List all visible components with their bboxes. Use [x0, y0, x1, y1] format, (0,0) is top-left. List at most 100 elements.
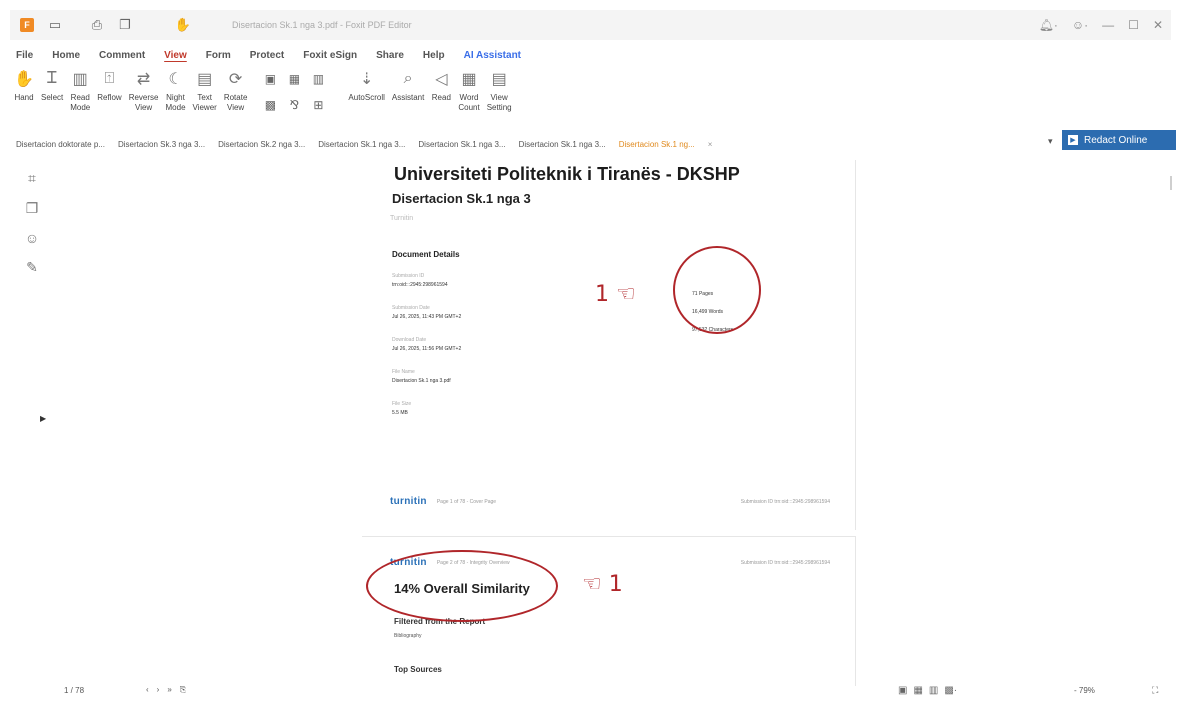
fit-page-icon[interactable]: ⎘ — [180, 685, 186, 695]
page-1-footer: turnitin Page 1 of 78 - Cover Page Submi… — [390, 496, 830, 507]
continuous-facing-icon[interactable]: ▩· — [944, 685, 957, 696]
facing-icon[interactable]: ▥ — [308, 68, 328, 90]
hand-quick-icon[interactable]: ✋ — [174, 16, 192, 34]
menu-home[interactable]: Home — [52, 50, 80, 61]
ribbon-toolbar: ✋ Hand Ꮖ Select ▥ Read Mode ⍐ Reflow ⇄ R… — [10, 68, 519, 124]
document-details-heading: Document Details — [392, 250, 460, 259]
autoscroll-icon: ⇣ — [359, 71, 374, 88]
doc-tab[interactable]: Disertacion Sk.1 nga 3... — [418, 140, 505, 149]
open-folder-icon[interactable]: ▭ — [46, 16, 64, 34]
menu-share[interactable]: Share — [376, 50, 404, 61]
expand-panel-icon[interactable]: ▶ — [40, 414, 46, 423]
filtered-item: Bibliography — [394, 633, 422, 639]
menu-view[interactable]: View — [164, 50, 187, 61]
select-tool-button[interactable]: Ꮖ Select — [41, 68, 63, 103]
dissertation-title: Disertacion Sk.1 nga 3 — [392, 191, 531, 206]
read-mode-icon: ▥ — [72, 71, 88, 88]
window-title: Disertacion Sk.1 nga 3.pdf - Foxit PDF E… — [232, 20, 412, 30]
fullscreen-icon[interactable]: ⛶ — [1152, 685, 1158, 696]
cover-page-icon[interactable]: ⅋ — [284, 94, 304, 116]
comments-icon[interactable]: ☺ — [25, 230, 39, 246]
reverse-view-button[interactable]: ⇄ Reverse View — [129, 68, 159, 113]
reverse-view-icon: ⇄ — [136, 71, 151, 88]
menu-comment[interactable]: Comment — [99, 50, 145, 61]
minimize-button[interactable]: — — [1102, 18, 1114, 32]
thumbnail-icon[interactable]: ▩ — [260, 94, 280, 116]
night-mode-icon: ☾ — [168, 71, 183, 88]
rotate-view-button[interactable]: ⟳ Rotate View — [224, 68, 248, 113]
redact-logo-icon: ▶ — [1068, 135, 1078, 145]
word-count-button[interactable]: ▦ Word Count — [458, 68, 479, 113]
doc-tab[interactable]: Disertacion doktorate p... — [16, 140, 105, 149]
split-icon[interactable]: ⊞ — [308, 94, 328, 116]
hand-icon: ✋ — [14, 71, 34, 88]
view-mode-controls: ▣ ▦ ▥ ▩· — [898, 685, 957, 696]
hand-tool-button[interactable]: ✋ Hand — [14, 68, 34, 103]
attachment-icon[interactable]: ✎ — [26, 259, 38, 276]
menu-bar: File Home Comment View Form Protect Foxi… — [10, 46, 521, 64]
next-page-icon[interactable]: › — [157, 685, 160, 695]
pages-icon[interactable]: ❐ — [26, 200, 39, 217]
menu-form[interactable]: Form — [206, 50, 231, 61]
account-icon[interactable]: ☺· — [1072, 18, 1088, 32]
reflow-icon: ⍐ — [104, 70, 115, 87]
single-page-icon[interactable]: ▣ — [260, 68, 280, 90]
select-text-icon: Ꮖ — [46, 70, 58, 87]
redact-online-button[interactable]: ▶ Redact Online — [1062, 130, 1176, 150]
view-setting-icon: ▤ — [491, 71, 507, 88]
document-details-list: Submission ID trn:oid:::2945:298961594 S… — [392, 273, 462, 416]
speaker-icon: ◁ — [435, 71, 448, 88]
menu-ai-assistant[interactable]: AI Assistant — [464, 50, 521, 61]
print-icon[interactable]: ⎙ — [88, 16, 106, 34]
annotation-circle-stats — [673, 246, 761, 334]
copy-icon[interactable]: ❐ — [116, 16, 134, 34]
annotation-pointer-1: 1 ☜ — [595, 282, 636, 307]
university-title: Universiteti Politeknik i Tiranës - DKSH… — [394, 164, 740, 184]
read-mode-button[interactable]: ▥ Read Mode — [70, 68, 90, 113]
status-bar: 1 / 78 ‹ › » ⎘ ▣ ▦ ▥ ▩· - 79% ⛶ — [10, 682, 1171, 698]
continuous-icon[interactable]: ▦ — [284, 68, 304, 90]
annotation-pointer-2: ☜ 1 — [582, 572, 623, 597]
left-sidebar: ⌗ ❐ ☺ ✎ — [20, 170, 44, 276]
last-page-icon[interactable]: » — [167, 685, 171, 695]
doc-tab[interactable]: Disertacion Sk.3 nga 3... — [118, 140, 205, 149]
menu-file[interactable]: File — [16, 50, 33, 61]
read-aloud-button[interactable]: ◁ Read — [431, 68, 451, 103]
rotate-view-icon: ⟳ — [228, 71, 243, 88]
close-button[interactable]: ✕ — [1153, 18, 1163, 32]
doc-tab[interactable]: Disertacion Sk.1 nga 3... — [519, 140, 606, 149]
doc-tab[interactable]: Disertacion Sk.2 nga 3... — [218, 140, 305, 149]
title-bar: F ▭ ⎙ ❐ ✋ Disertacion Sk.1 nga 3.pdf - F… — [10, 10, 1171, 40]
assistant-icon: ⌕ — [403, 70, 413, 87]
vertical-scrollbar[interactable] — [1170, 176, 1172, 190]
continuous-view-icon[interactable]: ▦ — [913, 685, 922, 696]
assistant-button[interactable]: ⌕ Assistant — [392, 68, 424, 103]
notification-icon[interactable]: 🔔︎· — [1039, 18, 1058, 32]
top-sources-heading: Top Sources — [394, 665, 442, 674]
menu-help[interactable]: Help — [423, 50, 445, 61]
night-mode-button[interactable]: ☾ Night Mode — [166, 68, 186, 113]
app-logo-icon: F — [18, 16, 36, 34]
bookmark-icon[interactable]: ⌗ — [28, 170, 36, 187]
close-tab-icon[interactable]: × — [708, 140, 713, 149]
prev-page-icon[interactable]: ‹ — [146, 685, 149, 695]
menu-protect[interactable]: Protect — [250, 50, 284, 61]
text-viewer-button[interactable]: ▤ Text Viewer — [193, 68, 217, 113]
tab-list-icon[interactable]: ▾ — [1048, 136, 1053, 147]
single-page-view-icon[interactable]: ▣ — [898, 685, 907, 696]
page-indicator[interactable]: 1 / 78 — [64, 686, 84, 695]
word-count-icon: ▦ — [461, 71, 477, 88]
facing-view-icon[interactable]: ▥ — [929, 685, 938, 696]
zoom-level[interactable]: - 79% — [1074, 686, 1095, 695]
text-viewer-icon: ▤ — [197, 71, 213, 88]
autoscroll-button[interactable]: ⇣ AutoScroll — [348, 68, 384, 103]
annotation-circle-similarity — [366, 550, 558, 622]
doc-tab-active[interactable]: Disertacion Sk.1 ng... — [619, 140, 695, 149]
view-setting-button[interactable]: ▤ View Setting — [487, 68, 512, 113]
reflow-button[interactable]: ⍐ Reflow — [97, 68, 121, 103]
maximize-button[interactable]: ☐ — [1128, 18, 1139, 32]
page-display-grid: ▣ ▦ ▥ ▩ ⅋ ⊞ — [260, 68, 328, 116]
menu-foxit-esign[interactable]: Foxit eSign — [303, 50, 357, 61]
doc-tab[interactable]: Disertacion Sk.1 nga 3... — [318, 140, 405, 149]
turnitin-logo: turnitin — [390, 496, 427, 507]
